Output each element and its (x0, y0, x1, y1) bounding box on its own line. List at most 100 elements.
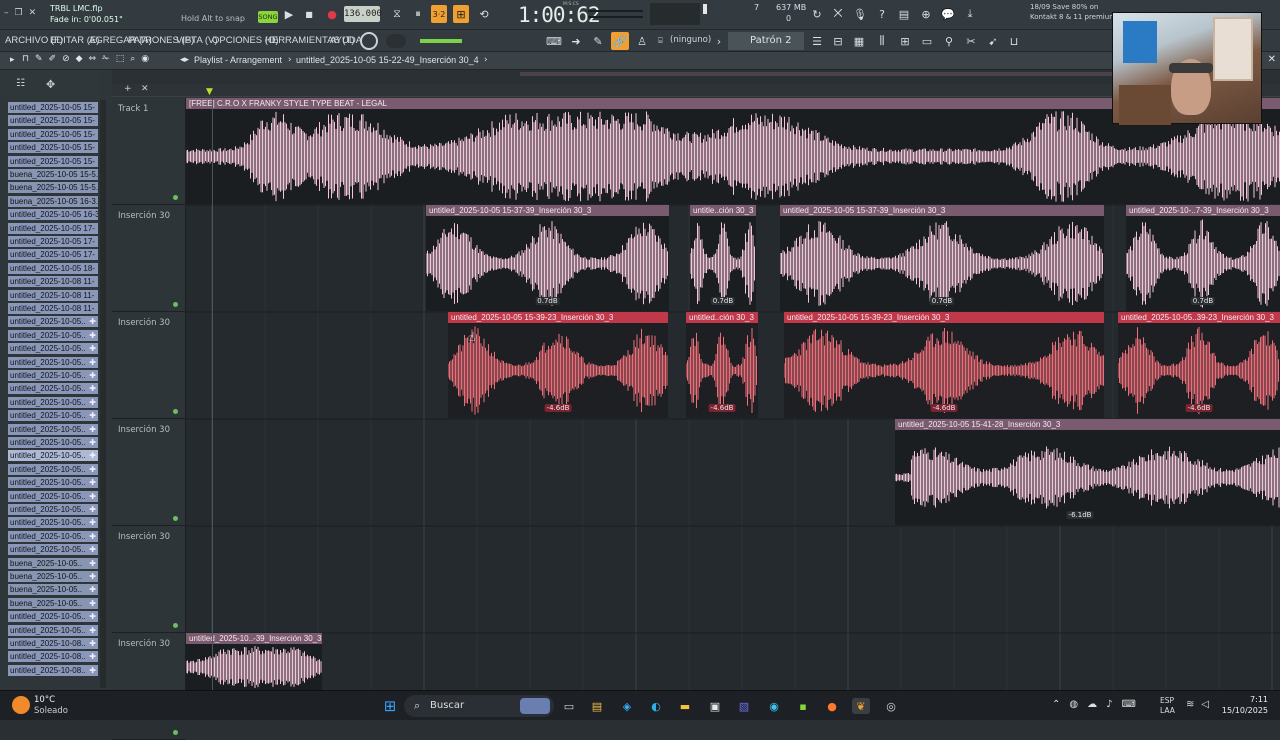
browser-list-icon[interactable]: ☷ (16, 78, 25, 89)
audio-clip[interactable]: untitled_2025-10-05 15-41-28_Inserción 3… (895, 419, 1280, 525)
clip-title[interactable]: untitled_2025-10-05..39-23_Inserción 30_… (1118, 312, 1280, 323)
keyboard-tray-icon[interactable]: ⌨ (1122, 699, 1136, 710)
tray-app-icon[interactable]: ◍ (1069, 699, 1078, 710)
stop-button[interactable]: ■ (302, 7, 316, 21)
browser-item[interactable]: untitled_2025-10-05.. (8, 463, 98, 476)
track-led-icon[interactable] (173, 195, 178, 200)
obs-button[interactable]: ◎ (882, 698, 900, 714)
clip-title[interactable]: untitled_2025-10-05 15-41-28_Inserción 3… (895, 419, 1280, 430)
pencil-icon[interactable]: ✎ (35, 54, 43, 64)
clock-time[interactable]: 7:11 (1250, 695, 1268, 704)
browser-item[interactable]: untitled_2025-10-05.. (8, 530, 98, 543)
browser-item[interactable]: untitled_2025-10-08.. (8, 664, 98, 677)
browser-item[interactable]: untitled_2025-10-05 18- (8, 262, 98, 275)
clip-title[interactable]: untitle..ción 30_3 (690, 205, 756, 216)
audio-clip[interactable]: untitled_2025-10-05 15-37-39_Inserción 3… (780, 205, 1104, 311)
link-button[interactable]: 🔗 (611, 32, 629, 50)
search-box[interactable]: ⌕ Buscar (404, 695, 554, 717)
browser-item[interactable]: untitled_2025-10-08 11- (8, 289, 98, 302)
audio-clip[interactable]: untitled_2025-10-05 15-39-23_Inserción 3… (784, 312, 1104, 418)
browser-item[interactable]: untitled_2025-10-05 15- (8, 142, 98, 155)
browser-item[interactable]: untitled_2025-10-05.. (8, 370, 98, 382)
clip-gain-label[interactable]: 0.7dB (1190, 297, 1216, 305)
browser-item[interactable]: untitled_2025-10-08 11- (8, 303, 98, 315)
playback-tool-icon[interactable]: ◉ (141, 54, 149, 64)
timeline-ruler[interactable]: ▼ (100, 70, 1280, 98)
tools-button[interactable]: ✂ (962, 33, 980, 49)
tray-chevron-icon[interactable]: ⌃ (1052, 699, 1060, 710)
clip-title[interactable]: untitled_2025-10-05 15-37-39_Inserción 3… (426, 205, 669, 216)
track-header[interactable]: Inserción 30 (112, 312, 186, 419)
browser-item[interactable]: untitled_2025-10-05.. (8, 504, 98, 516)
clip-gain-label[interactable]: -4.6dB (708, 404, 736, 412)
browser-item[interactable]: buena_2025-10-05 16-3. (8, 195, 98, 208)
close-playlist-icon[interactable]: ✕ (1268, 54, 1276, 65)
audio-clip[interactable]: untitled_2025-10-05 15-39-23_Inserción 3… (448, 312, 668, 418)
pin-button[interactable]: ⚲ (940, 33, 958, 49)
step-seq-button[interactable]: ⊟ (829, 33, 847, 49)
plugin-picker-button[interactable]: ⊕ (918, 6, 934, 22)
browser-move-icon[interactable]: ✥ (46, 78, 55, 91)
track-name[interactable]: Inserción 30 (118, 639, 170, 649)
audio-clip[interactable]: untitled_2025-10..-39_Inserción 30_3 (186, 633, 322, 690)
browser-button[interactable]: ⊞ (896, 33, 914, 49)
browser-item[interactable]: untitled_2025-10-05 15- (8, 155, 98, 168)
record-knob[interactable] (386, 34, 406, 48)
browser-item[interactable]: untitled_2025-10-05.. (8, 423, 98, 436)
audio-clip[interactable]: untitled_2025-10-..7-39_Inserción 30_3 0.… (1126, 205, 1280, 311)
chat-button[interactable]: 💬 (940, 6, 956, 22)
clip-gain-label[interactable]: 0.7dB (710, 297, 736, 305)
track-led-icon[interactable] (173, 730, 178, 735)
slip-tool-icon[interactable]: ⇔ (89, 54, 97, 64)
recording-tool-button[interactable] (360, 32, 378, 50)
news-line2[interactable]: Kontakt 8 & 11 premium (1030, 13, 1116, 21)
undo-history-button[interactable]: ↻ (809, 6, 825, 22)
browser-item[interactable]: untitled_2025-10-05.. (8, 477, 98, 490)
clip-gain-label[interactable]: 0.7dB (929, 297, 955, 305)
fl-studio-button[interactable]: ❦ (852, 698, 870, 714)
restore-icon[interactable]: ❐ (15, 8, 23, 18)
brush-icon[interactable]: ✐ (49, 54, 57, 64)
metronome-button[interactable]: ⧖ (390, 7, 404, 21)
language-layout[interactable]: LAA (1160, 706, 1175, 715)
browser-item[interactable]: untitled_2025-10-05 16-3 (8, 209, 98, 222)
none-label[interactable]: (ninguno) (670, 35, 711, 45)
clock-date[interactable]: 15/10/2025 (1222, 706, 1268, 715)
cloud-icon[interactable]: ☁ (1087, 699, 1097, 710)
track-led-icon[interactable] (173, 516, 178, 521)
track-header[interactable]: Inserción 30 (112, 633, 186, 740)
master-pitch-slider[interactable] (588, 16, 643, 18)
start-button[interactable]: ⊞ (381, 697, 399, 715)
playlist-menu-icon[interactable]: ◂▸ (180, 55, 189, 65)
track-header[interactable]: Inserción 30 (112, 419, 186, 526)
teams-button[interactable]: ▧ (735, 698, 753, 714)
clip-title[interactable]: untitled..ción 30_3 (686, 312, 758, 323)
clip-dropdown-icon[interactable]: › (484, 55, 488, 65)
pattern-selector[interactable]: Patrón 2 (728, 32, 804, 50)
current-clip-name[interactable]: untitled_2025-10-05 15-22-49_Inserción 3… (296, 55, 479, 65)
next-arrow-button[interactable]: ➜ (567, 33, 585, 49)
browser-item[interactable]: untitled_2025-10-05 17- (8, 249, 98, 262)
browser-item[interactable]: buena_2025-10-05.. (8, 584, 98, 597)
language-code[interactable]: ESP (1160, 696, 1174, 705)
browser-item[interactable]: buena_2025-10-05 15-5. (8, 169, 98, 181)
browser-item[interactable]: untitled_2025-10-05 17- (8, 222, 98, 235)
mute-tool-icon[interactable]: ◆ (76, 54, 83, 64)
browser-item[interactable]: untitled_2025-10-05.. (8, 624, 98, 637)
playlist-view-button[interactable]: ☰ (808, 33, 826, 49)
clip-gain-label[interactable]: -4.6dB (544, 404, 572, 412)
browser-item[interactable]: untitled_2025-10-05.. (8, 316, 98, 329)
zoom-tool-icon[interactable]: ⌕ (130, 54, 135, 64)
track-led-icon[interactable] (173, 302, 178, 307)
track-header[interactable]: Inserción 30 (112, 526, 186, 633)
clip-gain-label[interactable]: -4.6dB (930, 404, 958, 412)
tempo-field[interactable]: 136.000 (344, 6, 382, 22)
help-button[interactable]: ? (874, 6, 890, 22)
clip-title[interactable]: untitled_2025-10-05 15-39-23_Inserción 3… (784, 312, 1104, 323)
browser-item[interactable]: untitled_2025-10-05.. (8, 396, 98, 409)
track-name[interactable]: Track 1 (118, 104, 148, 114)
browser-item[interactable]: untitled_2025-10-08.. (8, 638, 98, 650)
clip-gain-label[interactable]: -6.1dB (1066, 511, 1094, 519)
weather-text[interactable]: Soleado (34, 706, 68, 716)
track-header[interactable]: Track 1 (112, 98, 186, 205)
